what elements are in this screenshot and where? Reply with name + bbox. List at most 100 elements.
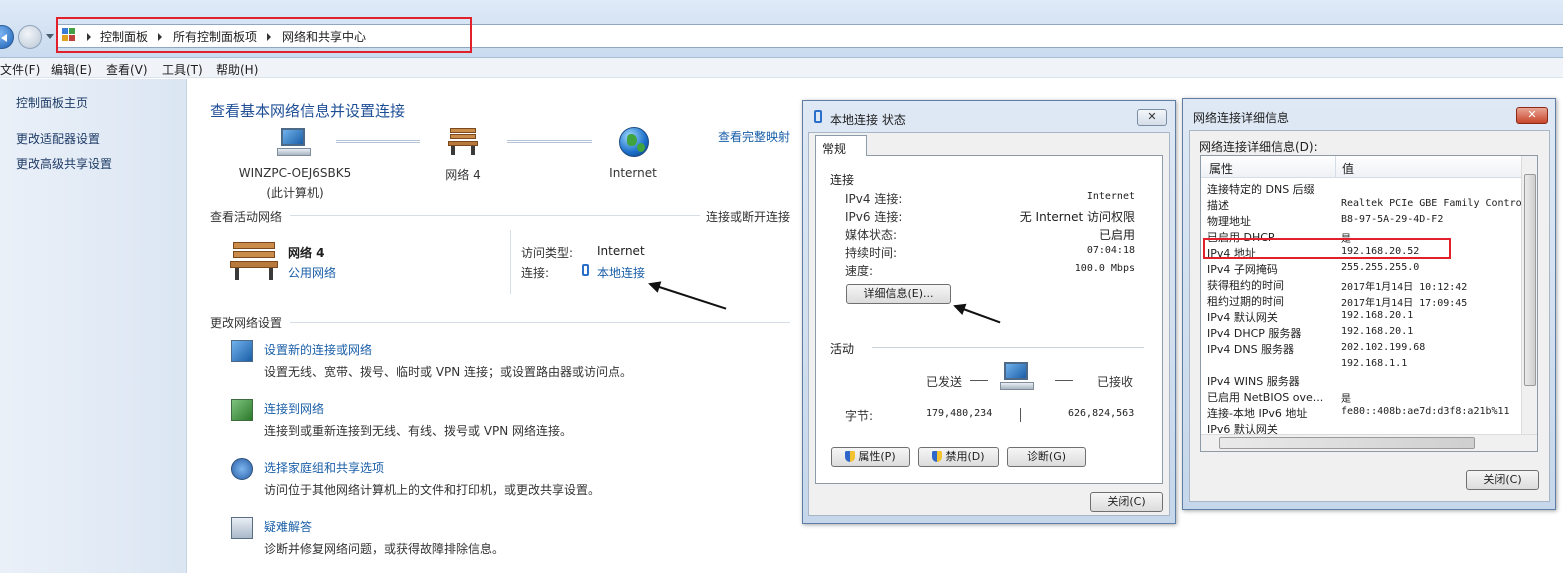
duration-label: 持续时间: [845, 246, 898, 260]
local-connection-link[interactable]: 本地连接 [597, 264, 645, 281]
history-dropdown-icon[interactable] [46, 34, 54, 39]
ipv4-connection-label: IPv4 连接: [845, 192, 903, 206]
tab-general[interactable]: 常规 [815, 135, 867, 156]
divider [290, 215, 700, 216]
detail-row-value: 192.168.20.1 [1341, 310, 1414, 321]
dialog-title: 网络连接详细信息 [1193, 111, 1290, 125]
close-x-button[interactable]: ✕ [1516, 107, 1548, 124]
detail-row-property: IPv4 子网掩码 [1207, 263, 1278, 276]
access-type-label: 访问类型: [521, 246, 574, 260]
media-state-value: 已启用 [1098, 228, 1135, 242]
left-pane [0, 79, 187, 573]
detail-row-property: IPv4 WINS 服务器 [1207, 375, 1300, 388]
menu-help[interactable]: 帮助(H) [216, 61, 258, 78]
diagnose-button[interactable]: 诊断(G) [1007, 447, 1086, 467]
connect-disconnect-link[interactable]: 连接或断开连接 [706, 208, 790, 225]
task-title-troubleshoot[interactable]: 疑难解答 [264, 518, 312, 535]
connection-group-heading: 连接 [830, 173, 855, 187]
ipv6-connection-value: 无 Internet 访问权限 [1019, 210, 1135, 224]
detail-row-value: B8-97-5A-29-4D-F2 [1341, 214, 1444, 225]
connect-network-icon [231, 399, 253, 421]
vertical-scrollbar[interactable] [1521, 156, 1537, 434]
shield-icon [845, 451, 856, 462]
bytes-sent-value: 179,480,234 [926, 408, 993, 419]
divider [872, 347, 1144, 348]
disable-button[interactable]: 禁用(D) [918, 447, 999, 467]
control-panel-home-link[interactable]: 控制面板主页 [16, 94, 88, 111]
active-networks-heading: 查看活动网络 [210, 210, 283, 224]
column-separator[interactable] [1335, 156, 1336, 178]
bytes-received-value: 626,824,563 [1068, 408, 1135, 419]
task-desc-connect-network: 连接到或重新连接到无线、有线、拨号或 VPN 网络连接。 [264, 424, 573, 438]
map-link-line [336, 140, 420, 143]
close-x-button[interactable]: ✕ [1137, 109, 1167, 126]
scroll-thumb[interactable] [1219, 437, 1475, 449]
detail-row-property: 物理地址 [1207, 215, 1251, 228]
computer-name: WINZPC-OEJ6SBK5 [238, 166, 352, 180]
scroll-thumb[interactable] [1524, 174, 1536, 386]
detail-row-value: 255.255.255.0 [1341, 262, 1420, 273]
detail-row-value: 192.168.20.1 [1341, 326, 1414, 337]
detail-row-property: 已启用 NetBIOS ove... [1207, 391, 1324, 404]
speed-value: 100.0 Mbps [1074, 263, 1135, 274]
divider [970, 380, 988, 381]
menu-file[interactable]: 文件(F) [0, 61, 40, 78]
list-header: 属性 值 [1201, 156, 1521, 178]
activity-group-heading: 活动 [830, 342, 855, 356]
details-button[interactable]: 详细信息(E)... [846, 284, 951, 304]
details-list[interactable]: 属性 值 连接特定的 DNS 后缀 描述 Realtek PCIe GBE Fa… [1200, 155, 1538, 452]
change-sharing-settings-link[interactable]: 更改高级共享设置 [16, 155, 112, 172]
horizontal-scrollbar[interactable] [1201, 434, 1537, 451]
new-connection-icon [231, 340, 253, 362]
divider [290, 322, 790, 323]
connection-plug-icon [582, 264, 589, 276]
task-desc-new-connection: 设置无线、宽带、拨号、临时或 VPN 连接；或设置路由器或访问点。 [264, 365, 633, 379]
change-settings-heading: 更改网络设置 [210, 316, 283, 330]
detail-row-property: 获得租约的时间 [1207, 279, 1284, 292]
network-bench-icon [448, 128, 478, 156]
detail-row-value: Realtek PCIe GBE Family Contro [1341, 198, 1522, 209]
detail-row-property: IPv4 DNS 服务器 [1207, 343, 1295, 356]
homegroup-icon [231, 458, 253, 480]
active-network-name: 网络 4 [288, 246, 325, 260]
detail-row-value: 2017年1月14日 17:09:45 [1341, 298, 1468, 309]
map-link-line [507, 140, 592, 143]
detail-row-property: 连接-本地 IPv6 地址 [1207, 407, 1308, 420]
received-label: 已接收 [1097, 375, 1134, 389]
menu-tools[interactable]: 工具(T) [162, 61, 203, 78]
network-activity-icon [1000, 362, 1034, 392]
task-desc-troubleshoot: 诊断并修复网络问题，或获得故障排除信息。 [264, 542, 505, 556]
forward-button[interactable] [18, 25, 42, 49]
task-title-homegroup[interactable]: 选择家庭组和共享选项 [264, 459, 384, 476]
bytes-label: 字节: [845, 409, 874, 423]
menu-view[interactable]: 查看(V) [106, 61, 148, 78]
column-value[interactable]: 值 [1342, 160, 1354, 177]
network-type-link[interactable]: 公用网络 [288, 264, 336, 281]
media-state-label: 媒体状态: [845, 228, 898, 242]
menu-edit[interactable]: 编辑(E) [51, 61, 92, 78]
ipv6-connection-label: IPv6 连接: [845, 210, 903, 224]
computer-subtitle: (此计算机) [266, 186, 324, 200]
view-full-map-link[interactable]: 查看完整映射 [718, 128, 790, 145]
troubleshoot-icon [231, 517, 253, 539]
divider [1055, 380, 1073, 381]
divider [1020, 408, 1021, 422]
detail-row-property: 租约过期的时间 [1207, 295, 1284, 308]
properties-button[interactable]: 属性(P) [831, 447, 910, 467]
access-type-value: Internet [597, 244, 645, 258]
annotation-arrow [649, 283, 727, 310]
ipv4-connection-value: Internet [1086, 191, 1135, 202]
detail-row-property: 描述 [1207, 199, 1229, 212]
column-property[interactable]: 属性 [1209, 160, 1233, 177]
close-button[interactable]: 关闭(C) [1466, 470, 1539, 490]
detail-row-value: 192.168.1.1 [1341, 358, 1408, 369]
task-title-connect-network[interactable]: 连接到网络 [264, 400, 324, 417]
detail-row-property: IPv4 DHCP 服务器 [1207, 327, 1302, 340]
change-adapter-settings-link[interactable]: 更改适配器设置 [16, 130, 100, 147]
detail-row-value: 2017年1月14日 10:12:42 [1341, 282, 1468, 293]
close-button[interactable]: 关闭(C) [1090, 492, 1163, 512]
task-title-new-connection[interactable]: 设置新的连接或网络 [264, 341, 372, 358]
sent-label: 已发送 [926, 375, 963, 389]
network-bench-icon [230, 242, 278, 280]
page-title: 查看基本网络信息并设置连接 [210, 102, 406, 120]
